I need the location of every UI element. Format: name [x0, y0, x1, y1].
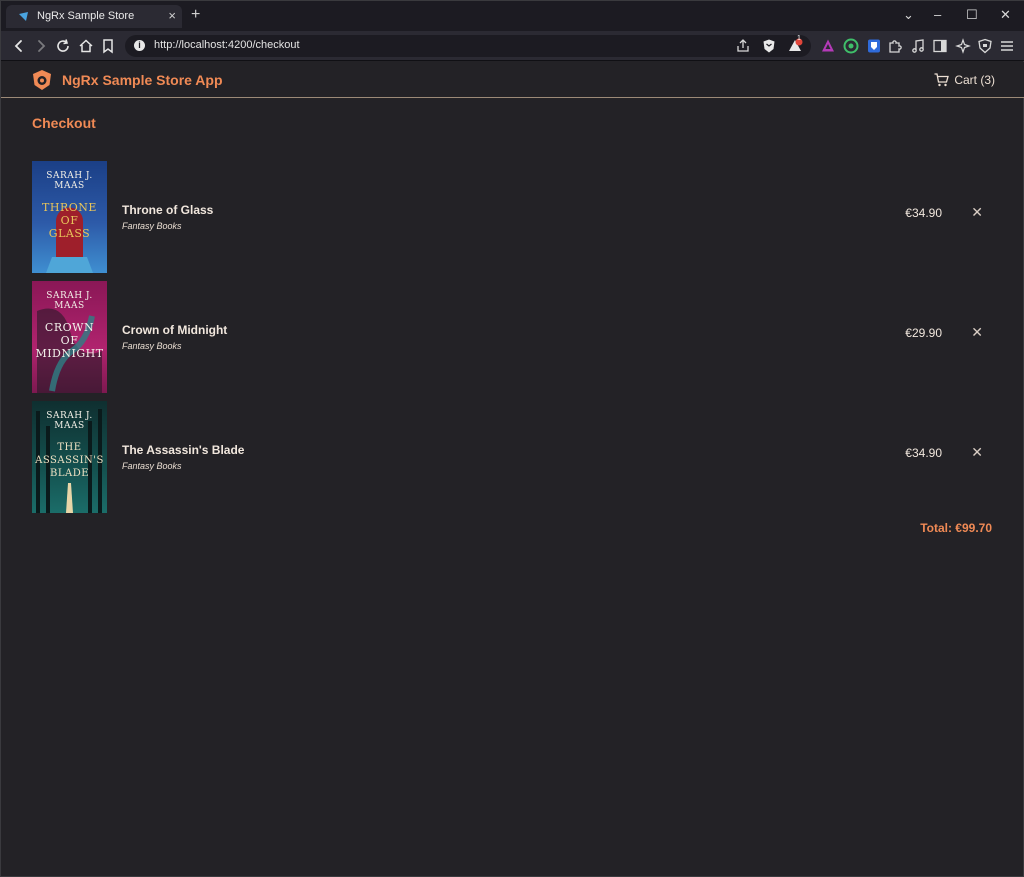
home-icon[interactable]: [77, 37, 95, 55]
cover-author: SARAH J. MAAS: [46, 411, 93, 431]
remove-item-icon[interactable]: ✕: [971, 324, 983, 340]
page-title: Checkout: [32, 115, 96, 131]
menu-icon[interactable]: [999, 38, 1015, 54]
logo-icon[interactable]: [31, 69, 53, 91]
url-text[interactable]: http://localhost:4200/checkout: [154, 39, 300, 51]
book-cover: SARAH J. MAAS CROWN OF MIDNIGHT: [32, 281, 107, 393]
cart-item: SARAH J. MAAS THRONE OF GLASS Throne of …: [32, 161, 995, 273]
cover-title: THE ASSASSIN'S BLADE: [35, 442, 104, 479]
item-price: €29.90: [905, 326, 942, 340]
tab-close-icon[interactable]: ×: [168, 8, 176, 24]
order-total: Total: €99.70: [920, 521, 992, 535]
ext-green-icon[interactable]: [843, 38, 859, 54]
ext-purple-icon[interactable]: [820, 38, 836, 54]
cart-icon: [934, 73, 950, 87]
bookmark-icon[interactable]: [99, 37, 117, 55]
book-cover: SARAH J. MAAS THRONE OF GLASS: [32, 161, 107, 273]
minimize-button[interactable]: –: [934, 6, 941, 24]
item-category: Fantasy Books: [122, 461, 182, 471]
item-price: €34.90: [905, 206, 942, 220]
browser-window: NgRx Sample Store × + ⌄ – ☐ ✕ i http://l…: [0, 0, 1024, 877]
music-icon[interactable]: [910, 38, 926, 54]
favicon-icon: [19, 12, 28, 21]
close-window-button[interactable]: ✕: [1000, 6, 1011, 24]
share-icon[interactable]: [735, 38, 751, 54]
app-header: NgRx Sample Store App Cart (3): [1, 62, 1024, 98]
item-name: Crown of Midnight: [122, 323, 228, 337]
back-icon[interactable]: [10, 37, 28, 55]
item-category: Fantasy Books: [122, 221, 182, 231]
cover-title: THRONE OF GLASS: [42, 201, 97, 240]
browser-tab[interactable]: NgRx Sample Store ×: [6, 5, 182, 28]
remove-item-icon[interactable]: ✕: [971, 444, 983, 460]
remove-item-icon[interactable]: ✕: [971, 204, 983, 220]
cart-link[interactable]: Cart (3): [934, 73, 995, 87]
vpn-icon[interactable]: [977, 38, 993, 54]
item-name: The Assassin's Blade: [122, 443, 245, 457]
app-title[interactable]: NgRx Sample Store App: [62, 72, 223, 88]
cover-title: CROWN OF MIDNIGHT: [35, 321, 104, 360]
address-bar[interactable]: i http://localhost:4200/checkout 1: [125, 35, 811, 57]
tab-strip: NgRx Sample Store × + ⌄ – ☐ ✕: [1, 1, 1024, 31]
leo-icon[interactable]: [955, 38, 971, 54]
reload-icon[interactable]: [54, 37, 72, 55]
item-name: Throne of Glass: [122, 203, 214, 217]
brave-shield-icon[interactable]: [761, 38, 777, 54]
cart-item: SARAH J. MAAS CROWN OF MIDNIGHT Crown of…: [32, 281, 995, 393]
forward-icon[interactable]: [32, 37, 50, 55]
cart-item: SARAH J. MAAS THE ASSASSIN'S BLADE The A…: [32, 401, 995, 513]
bitwarden-icon[interactable]: [866, 38, 882, 54]
rewards-badge: 1: [797, 35, 801, 42]
book-cover: SARAH J. MAAS THE ASSASSIN'S BLADE: [32, 401, 107, 513]
cover-author: SARAH J. MAAS: [46, 291, 93, 311]
site-info-icon[interactable]: i: [134, 40, 145, 51]
item-price: €34.90: [905, 446, 942, 460]
browser-toolbar: i http://localhost:4200/checkout 1: [1, 31, 1024, 61]
cart-label: Cart (3): [954, 73, 995, 87]
tab-list-dropdown-icon[interactable]: ⌄: [903, 6, 914, 24]
sidebar-icon[interactable]: [932, 38, 948, 54]
cover-author: SARAH J. MAAS: [46, 171, 93, 191]
tab-title: NgRx Sample Store: [37, 10, 135, 22]
puzzle-icon[interactable]: [887, 38, 903, 54]
item-category: Fantasy Books: [122, 341, 182, 351]
new-tab-button[interactable]: +: [191, 6, 200, 24]
maximize-button[interactable]: ☐: [966, 6, 978, 24]
